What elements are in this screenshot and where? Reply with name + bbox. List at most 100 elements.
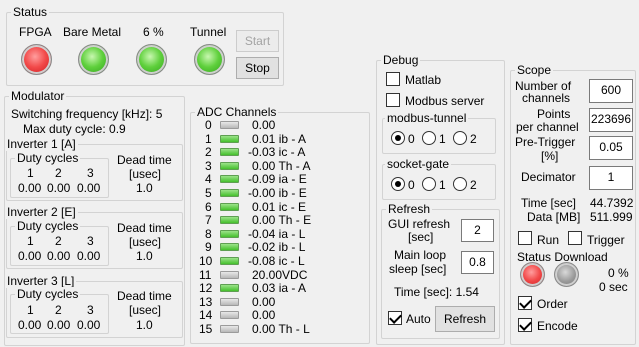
adc-channel-indicator-icon — [220, 162, 239, 170]
duty-value-3: 0.00 — [77, 318, 101, 332]
adc-channel-indicator-icon — [220, 325, 239, 333]
order-label: Order — [537, 297, 568, 311]
encode-label: Encode — [537, 319, 578, 333]
refresh-time-text: Time [sec]: 1.54 — [394, 285, 479, 299]
pretrigger-input[interactable]: 0.05 — [589, 136, 633, 160]
adc-channel-value: 0.00 — [252, 308, 276, 322]
inverter-3-duty-title: Duty cycles — [15, 287, 81, 301]
modbus-tunnel-radio-1[interactable] — [422, 131, 436, 145]
trigger-checkbox[interactable] — [568, 231, 582, 245]
duty-header-2: 2 — [55, 303, 62, 317]
adc-channel-indicator-icon — [220, 230, 239, 238]
fpga-label: FPGA — [19, 25, 52, 39]
points-unit: per channel — [516, 120, 579, 134]
modbus-server-checkbox[interactable] — [386, 93, 400, 107]
adc-channel-value: -0.09 ia - E — [248, 172, 307, 186]
adc-channel-indicator-icon — [220, 257, 239, 265]
adc-channel-value: -0.04 ia - L — [248, 227, 306, 241]
adc-channel-index: 4 — [205, 172, 212, 186]
scope-data-label: Data [MB] — [527, 210, 581, 224]
download-sec: 0 sec — [599, 280, 628, 294]
socket-gate-radio-2[interactable] — [453, 177, 467, 191]
adc-channel-value: -0.02 ib - L — [248, 240, 306, 254]
usage-led-icon — [136, 44, 167, 75]
dead-time-value: 1.0 — [136, 318, 153, 332]
stop-button[interactable]: Stop — [236, 57, 279, 79]
modbus-tunnel-radio-0[interactable] — [391, 131, 405, 145]
modbus-tunnel-radio-2[interactable] — [453, 131, 467, 145]
points-label: Points — [537, 107, 571, 121]
duty-header-1: 1 — [27, 166, 34, 180]
duty-value-3: 0.00 — [77, 181, 101, 195]
gui-refresh-input[interactable]: 2 — [461, 219, 494, 242]
scope-title: Scope — [515, 63, 554, 77]
adc-channel-value: 0.03 ia - A — [252, 281, 307, 295]
auto-checkbox[interactable] — [388, 311, 402, 325]
download-percent: 0 % — [608, 266, 629, 280]
adc-channel-index: 0 — [205, 118, 212, 132]
adc-channel-index: 9 — [205, 240, 212, 254]
duty-header-3: 3 — [87, 166, 94, 180]
dead-time-label: Dead time — [117, 153, 172, 167]
inverter-1-title: Inverter 1 [A] — [5, 137, 78, 151]
duty-header-1: 1 — [27, 303, 34, 317]
gui-refresh-unit: [sec] — [408, 230, 434, 244]
run-checkbox[interactable] — [518, 231, 532, 245]
adc-channel-index: 10 — [199, 254, 213, 268]
adc-channel-index: 1 — [205, 132, 212, 146]
max-duty-cycle: Max duty cycle: 0.9 — [23, 122, 126, 136]
duty-value-2: 0.00 — [47, 249, 71, 263]
main-loop-unit: sleep [sec] — [389, 262, 447, 276]
adc-channel-value: 0.00 Th - L — [252, 322, 310, 336]
points-input[interactable]: 223696 — [589, 108, 633, 132]
adc-channel-indicator-icon — [220, 284, 239, 292]
dead-time-unit: [usec] — [129, 303, 162, 317]
refresh-title: Refresh — [386, 202, 433, 216]
matlab-label: Matlab — [405, 73, 442, 87]
adc-channel-index: 11 — [199, 268, 212, 282]
decimator-label: Decimator — [521, 170, 576, 184]
inverter-1-duty-title: Duty cycles — [15, 151, 81, 165]
dead-time-value: 1.0 — [136, 249, 153, 263]
inverter-2-duty-title: Duty cycles — [15, 219, 81, 233]
bare-metal-label: Bare Metal — [63, 25, 122, 39]
duty-header-2: 2 — [55, 166, 62, 180]
refresh-button[interactable]: Refresh — [435, 306, 495, 332]
tunnel-led-icon — [194, 44, 225, 75]
adc-channel-index: 2 — [205, 145, 212, 159]
socket-gate-radio-1[interactable] — [422, 177, 436, 191]
num-channels-input[interactable]: 600 — [589, 79, 633, 103]
auto-label: Auto — [406, 312, 431, 326]
modbus-tunnel-title: modbus-tunnel — [385, 111, 469, 125]
socket-gate-option-0: 0 — [408, 178, 415, 192]
status-title: Status — [11, 5, 50, 19]
adc-channel-value: 0.00 — [252, 118, 276, 132]
decimator-input[interactable]: 1 — [589, 166, 633, 190]
start-button[interactable]: Start — [236, 30, 279, 52]
inverter-3-title: Inverter 3 [L] — [5, 274, 77, 288]
gui-refresh-label: GUI refresh — [388, 217, 451, 231]
scope-data-value: 511.999 — [590, 210, 633, 224]
order-checkbox[interactable] — [518, 296, 532, 310]
socket-gate-radio-0[interactable] — [391, 177, 405, 191]
switching-frequency: Switching frequency [kHz]: 5 — [11, 107, 163, 121]
pretrigger-unit: [%] — [541, 149, 559, 163]
duty-value-1: 0.00 — [18, 249, 42, 263]
matlab-checkbox[interactable] — [386, 72, 400, 86]
adc-channel-index: 13 — [199, 295, 213, 309]
duty-value-3: 0.00 — [77, 249, 101, 263]
adc-channel-indicator-icon — [220, 189, 239, 197]
adc-channel-index: 5 — [205, 186, 212, 200]
adc-channel-index: 14 — [199, 308, 213, 322]
dead-time-unit: [usec] — [129, 235, 162, 249]
adc-channel-index: 12 — [199, 281, 213, 295]
adc-channel-indicator-icon — [220, 271, 239, 279]
encode-checkbox[interactable] — [518, 318, 532, 332]
duty-header-2: 2 — [55, 234, 62, 248]
modulator-title: Modulator — [9, 89, 67, 103]
adc-channel-indicator-icon — [220, 243, 239, 251]
dead-time-label: Dead time — [117, 221, 172, 235]
download-status-led-icon — [554, 262, 579, 287]
main-loop-input[interactable]: 0.8 — [461, 251, 494, 274]
modbus-tunnel-option-0: 0 — [408, 132, 415, 146]
